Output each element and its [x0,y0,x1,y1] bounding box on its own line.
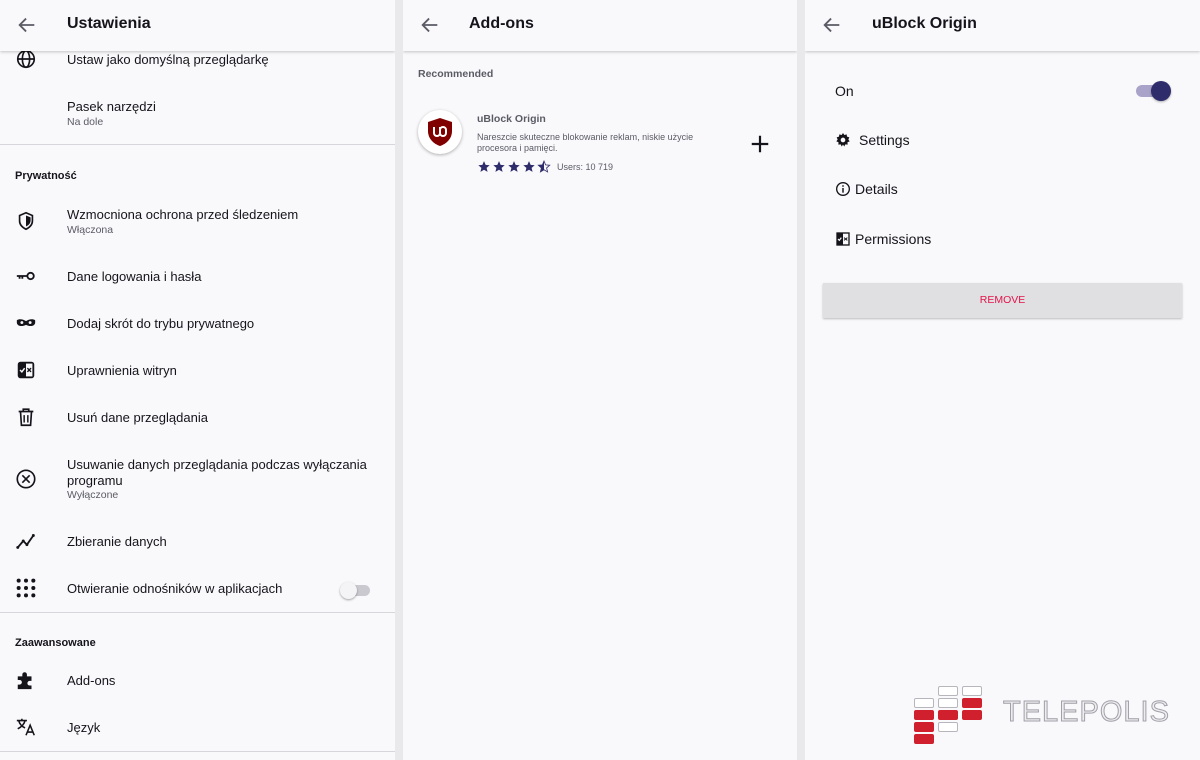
settings-item-label: Zbieranie danych [67,534,167,549]
settings-item-toolbar[interactable]: Pasek narzędzi Na dole [0,98,395,132]
page-title: uBlock Origin [872,15,977,32]
star-icon [523,161,535,172]
back-arrow-icon[interactable] [419,14,441,36]
star-icon [508,161,520,172]
addon-users: Users: 10 719 [557,162,614,172]
star-icon [478,161,490,172]
addons-top-bar: Add-ons [403,0,797,51]
toggle-knob [340,582,357,599]
recommended-header: Recommended [418,68,494,80]
settings-item-open-links[interactable]: Otwieranie odnośników w aplikacjach [0,577,395,599]
settings-item-label: Usuń dane przeglądania [67,410,208,425]
settings-item-addons[interactable]: Add-ons [0,669,395,691]
settings-item-label: Uprawnienia witryn [67,363,177,378]
divider [0,144,395,145]
close-circle-icon [16,469,36,489]
private-mask-icon [16,319,36,327]
ublock-shield-icon [428,118,452,146]
enabled-toggle[interactable] [1136,81,1172,101]
star-icon [493,161,505,172]
trash-icon [18,408,34,427]
settings-item-label: Add-ons [67,673,116,688]
settings-item-site-permissions[interactable]: Uprawnienia witryn [0,359,395,381]
ublock-logo [418,110,462,154]
puzzle-piece-icon [17,672,32,690]
translate-icon [16,718,35,736]
permissions-icon [836,232,850,246]
settings-item-delete-data[interactable]: Usuń dane przeglądania [0,406,395,428]
settings-item-logins[interactable]: Dane logowania i hasła [0,265,395,287]
settings-item-tracking-protection[interactable]: Wzmocniona ochrona przed śledzeniem Włąc… [0,206,395,240]
settings-item-language[interactable]: Język [0,716,395,738]
settings-item-default-browser[interactable]: Ustaw jako domyślną przeglądarkę [0,48,395,70]
settings-item-label: Pasek narzędzi [67,99,156,114]
page-title: Ustawienia [67,15,151,32]
settings-item-label: Usuwanie danych przeglądania podczas wył… [67,457,367,488]
settings-item-sub: Włączona [67,224,114,236]
addon-detail-panel: uBlock Origin On Settings Details Permis… [805,0,1200,760]
page-title: Add-ons [469,15,534,32]
rating-stars [477,160,551,173]
back-arrow-icon[interactable] [16,14,38,36]
details-label: Details [855,181,898,197]
details-row[interactable]: Details [835,181,1035,199]
permissions-row[interactable]: Permissions [835,231,1035,249]
addon-name: uBlock Origin [477,113,546,125]
settings-item-delete-on-quit[interactable]: Usuwanie danych przeglądania podczas wył… [0,457,395,505]
globe-icon [16,49,36,69]
remove-button[interactable]: REMOVE [823,283,1182,318]
divider [0,751,395,752]
section-header-privacy: Prywatność [15,170,77,182]
settings-label: Settings [859,132,910,148]
addon-description: Nareszcie skuteczne blokowanie reklam, n… [477,132,694,153]
back-arrow-icon[interactable] [821,14,843,36]
apps-grid-icon [16,578,36,598]
settings-item-label: Dane logowania i hasła [67,269,202,284]
settings-item-label: Dodaj skrót do trybu prywatnego [67,316,255,331]
star-half-icon [537,160,551,173]
chart-line-icon [16,534,35,549]
section-header-advanced: Zaawansowane [15,637,96,649]
telepolis-watermark: TELEPOLIS [912,686,1169,744]
gear-icon [836,133,850,147]
enabled-label: On [835,83,854,99]
settings-panel: Ustawienia Ustaw jako domyślną przegląda… [0,0,395,760]
settings-item-label: Ustaw jako domyślną przeglądarkę [67,52,269,67]
shield-icon [18,211,34,231]
settings-row[interactable]: Settings [835,132,1035,150]
toggle-knob [1151,81,1171,101]
watermark-text: TELEPOLIS [1003,696,1170,729]
settings-item-private-shortcut[interactable]: Dodaj skrót do trybu prywatnego [0,312,395,334]
settings-item-label: Wzmocniona ochrona przed śledzeniem [67,207,299,222]
settings-item-label: Język [67,720,101,735]
key-icon [16,271,35,281]
divider [0,612,395,613]
settings-item-sub: Na dole [67,116,104,128]
info-icon [836,182,850,196]
add-icon[interactable] [749,133,771,155]
settings-top-bar: Ustawienia [0,0,395,51]
permissions-label: Permissions [855,231,932,247]
site-permissions-icon [17,361,35,379]
open-links-toggle[interactable] [340,581,370,599]
settings-item-data-collection[interactable]: Zbieranie danych [0,530,395,552]
addons-panel: Add-ons Recommended uBlock Origin Naresz… [403,0,797,760]
settings-item-label: Otwieranie odnośników w aplikacjach [67,581,283,596]
detail-top-bar: uBlock Origin [805,0,1200,51]
settings-item-sub: Wyłączone [67,489,119,501]
